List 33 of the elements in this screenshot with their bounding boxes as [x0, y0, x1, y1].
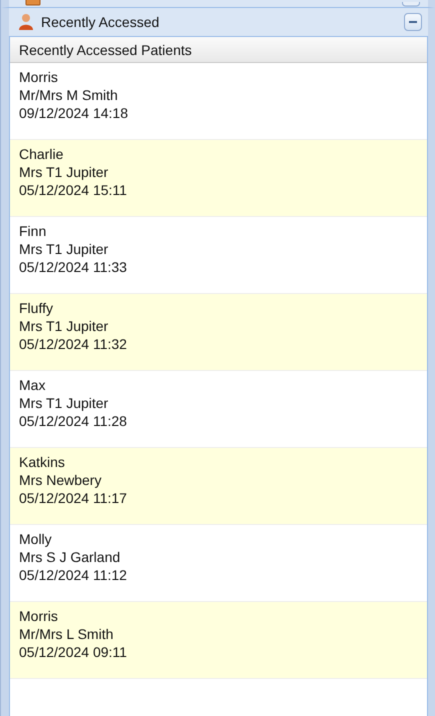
accessed-time: 05/12/2024 11:32: [19, 335, 127, 353]
owner-name: Mrs T1 Jupiter: [19, 163, 108, 181]
pet-name: Molly: [19, 530, 52, 548]
accessed-time: 05/12/2024 09:11: [19, 643, 127, 661]
owner-name: Mr/Mrs L Smith: [19, 625, 114, 643]
folder-icon: [25, 0, 41, 7]
owner-name: Mrs T1 Jupiter: [19, 317, 108, 335]
patient-row[interactable]: Morris Mr/Mrs L Smith 05/12/2024 09:11: [10, 602, 427, 679]
owner-name: Mrs T1 Jupiter: [19, 240, 108, 258]
patient-row[interactable]: Fluffy Mrs T1 Jupiter 05/12/2024 11:32: [10, 294, 427, 371]
pet-name: Charlie: [19, 145, 64, 163]
accessed-time: 05/12/2024 11:28: [19, 412, 127, 430]
patient-row[interactable]: Katkins Mrs Newbery 05/12/2024 11:17: [10, 448, 427, 525]
pet-name: Morris: [19, 68, 58, 86]
collapse-button[interactable]: [404, 13, 422, 31]
panel-title: Recently Accessed: [41, 14, 160, 30]
owner-name: Mrs T1 Jupiter: [19, 394, 108, 412]
accessed-time: 09/12/2024 14:18: [19, 104, 128, 122]
accessed-time: 05/12/2024 11:33: [19, 258, 127, 276]
accessed-time: 05/12/2024 15:11: [19, 181, 127, 199]
accessed-time: 05/12/2024 11:17: [19, 489, 127, 507]
pet-name: Katkins: [19, 453, 65, 471]
patient-row[interactable]: Charlie Mrs T1 Jupiter 05/12/2024 15:11: [10, 140, 427, 217]
owner-name: Mrs Newbery: [19, 471, 102, 489]
pet-name: Finn: [19, 222, 46, 240]
accessed-time: 05/12/2024 11:12: [19, 566, 127, 584]
pet-name: Max: [19, 376, 46, 394]
owner-name: Mrs S J Garland: [19, 548, 120, 566]
column-header: Recently Accessed Patients: [10, 37, 427, 63]
person-icon: [17, 13, 35, 31]
owner-name: Mr/Mrs M Smith: [19, 86, 118, 104]
pet-name: Morris: [19, 607, 58, 625]
pet-name: Fluffy: [19, 299, 53, 317]
